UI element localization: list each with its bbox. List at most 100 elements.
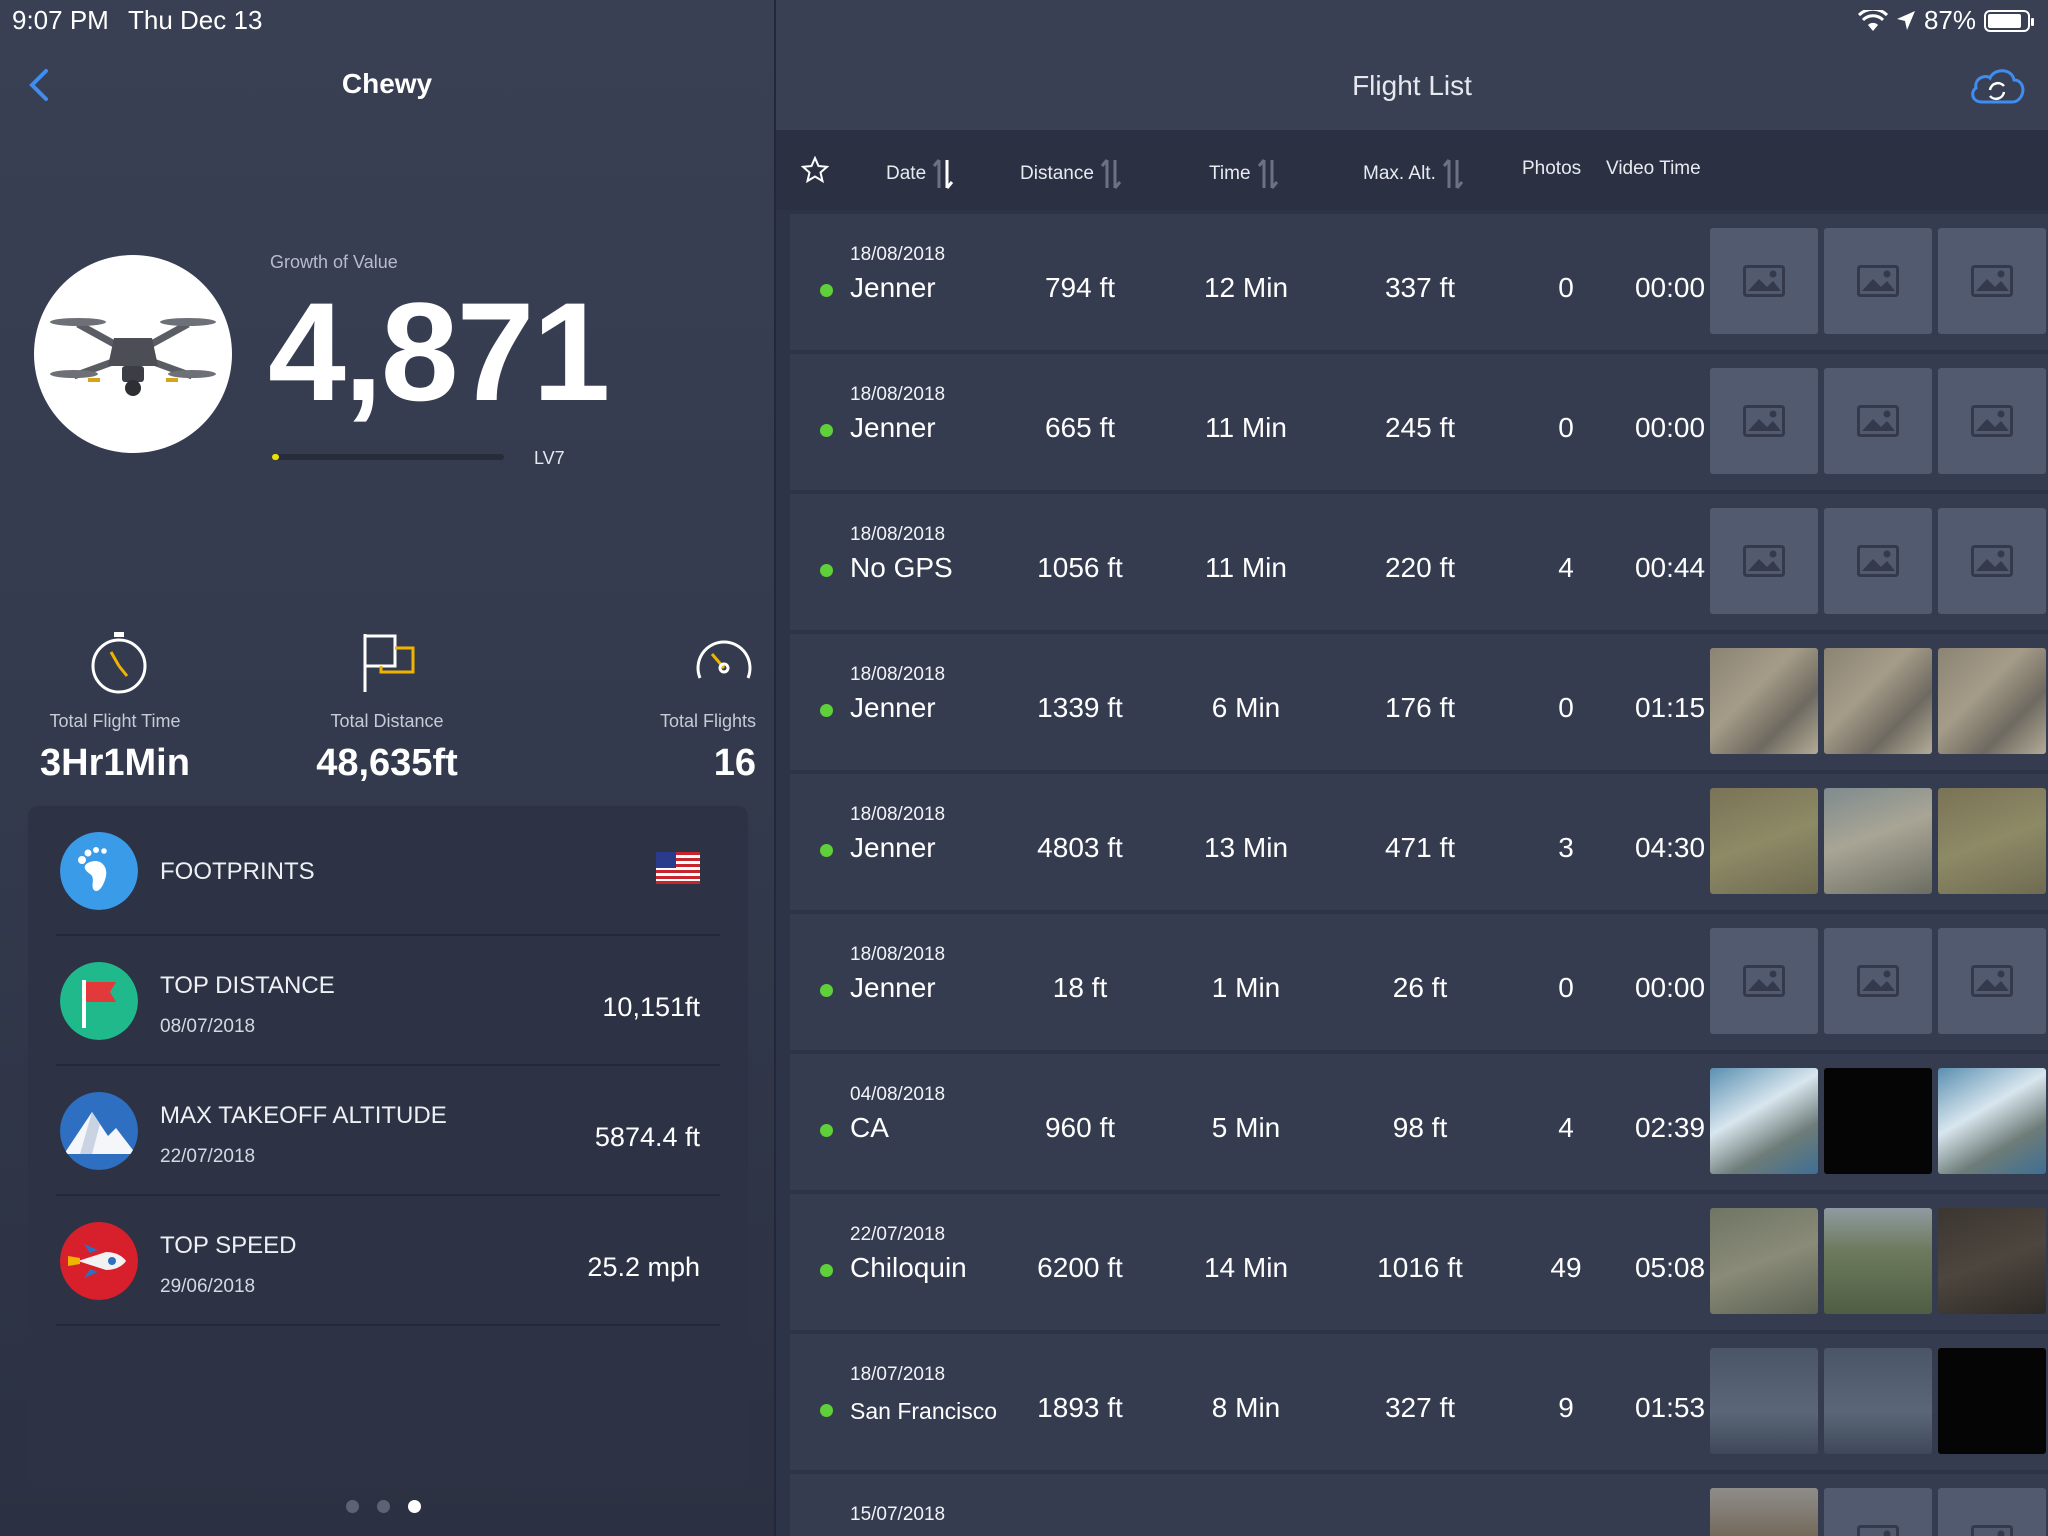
stat-value: 48,635ft [316, 742, 458, 784]
flight-date: 22/07/2018 [850, 1224, 946, 1245]
gps-status-dot [820, 1124, 833, 1137]
flight-max-altitude: 245 ft [1384, 412, 1456, 443]
flight-thumbnail[interactable] [1824, 1208, 1932, 1314]
stopwatch-icon [91, 632, 147, 694]
flight-location: CA [850, 1112, 889, 1143]
record-date: 29/06/2018 [160, 1276, 256, 1297]
image-placeholder-icon[interactable] [1824, 928, 1932, 1034]
flight-location: Chiloquin [850, 1252, 967, 1283]
flight-row[interactable]: 18/08/2018 Jenner 4803 ft 13 Min 471 ft 3 04:3… [790, 774, 2048, 910]
flight-max-altitude: 26 ft [1392, 972, 1448, 1003]
sort-by-date[interactable]: Date [886, 158, 954, 190]
sort-icon [1100, 159, 1122, 189]
record-top-speed[interactable]: TOP SPEED 29/06/2018 25.2 mph [56, 1196, 720, 1326]
flight-row[interactable]: 22/07/2018 Chiloquin 6200 ft 14 Min 1016 ft 4… [790, 1194, 2048, 1330]
gps-status-dot [820, 1404, 833, 1417]
flight-thumbnail[interactable] [1710, 788, 1818, 894]
image-placeholder-icon[interactable] [1938, 1488, 2046, 1536]
flight-thumbnail[interactable] [1824, 1348, 1932, 1454]
flight-thumbnail[interactable] [1710, 648, 1818, 754]
location-arrow-icon [1896, 10, 1915, 30]
sort-by-time[interactable]: Time [1209, 158, 1279, 190]
column-photos: Photos [1522, 158, 1581, 180]
flight-date: 04/08/2018 [850, 1084, 946, 1105]
flight-thumbnail[interactable] [1710, 1488, 1818, 1536]
star-filter-icon[interactable] [801, 156, 829, 184]
record-value: 10,151ft [602, 992, 700, 1022]
gps-status-dot [820, 284, 833, 297]
image-placeholder-icon[interactable] [1938, 508, 2046, 614]
flight-duration: 1 Min [1211, 972, 1281, 1003]
flight-list-title: Flight List [1352, 70, 1472, 101]
gps-status-dot [820, 424, 833, 437]
battery-icon [1984, 9, 2034, 32]
image-placeholder-icon[interactable] [1710, 228, 1818, 334]
record-max-takeoff-altitude[interactable]: MAX TAKEOFF ALTITUDE 22/07/2018 5874.4 f… [56, 1066, 720, 1196]
image-placeholder-icon[interactable] [1710, 508, 1818, 614]
flight-thumbnail[interactable] [1824, 1068, 1932, 1174]
flight-row[interactable]: 15/07/2018 [790, 1474, 2048, 1536]
stat-value: 3Hr1Min [40, 742, 190, 784]
flight-thumbnail[interactable] [1710, 1208, 1818, 1314]
flight-row[interactable]: 18/07/2018 San Francisco 1893 ft 8 Min 327 f… [790, 1334, 2048, 1470]
sort-by-distance[interactable]: Distance [1020, 158, 1122, 190]
page-dot-active[interactable] [408, 1500, 421, 1513]
page-indicator[interactable] [346, 1500, 421, 1513]
flight-duration: 14 Min [1203, 1252, 1289, 1283]
flight-thumbnail[interactable] [1710, 1348, 1818, 1454]
image-placeholder-icon[interactable] [1824, 508, 1932, 614]
flight-thumbnail[interactable] [1938, 788, 2046, 894]
flight-duration: 6 Min [1211, 692, 1281, 723]
gps-status-dot [820, 1264, 833, 1277]
sort-icon [1442, 159, 1464, 189]
flight-thumbnail[interactable] [1938, 1068, 2046, 1174]
record-top-distance[interactable]: TOP DISTANCE 08/07/2018 10,151ft [56, 936, 720, 1066]
image-placeholder-icon[interactable] [1824, 368, 1932, 474]
record-value: 5874.4 ft [594, 1122, 700, 1152]
flight-max-altitude: 1016 ft [1377, 1252, 1463, 1283]
flight-location: Jenner [850, 972, 936, 1003]
level-progress-bar [272, 454, 504, 460]
aircraft-profile-panel: Chewy Growth of Value 4,871 LV7 Total Fl… [0, 0, 774, 1536]
image-placeholder-icon[interactable] [1824, 228, 1932, 334]
column-video-time: Video Time [1606, 158, 1701, 180]
image-placeholder-icon[interactable] [1938, 368, 2046, 474]
flight-thumbnail[interactable] [1938, 1208, 2046, 1314]
flight-max-altitude: 471 ft [1384, 832, 1456, 863]
us-flag-icon [656, 852, 700, 884]
flight-duration: 5 Min [1211, 1112, 1281, 1143]
cloud-sync-icon[interactable] [1968, 64, 2026, 106]
battery-percent: 87% [1923, 5, 1976, 35]
record-date: 08/07/2018 [160, 1016, 256, 1037]
drone-avatar[interactable] [34, 255, 232, 453]
record-footprints[interactable]: FOOTPRINTS [56, 806, 720, 936]
flight-thumbnail[interactable] [1824, 788, 1932, 894]
column-label: Photos [1522, 158, 1582, 179]
flight-row[interactable]: 18/08/2018 Jenner 665 ft 11 Min 245 ft 0 00:00 [790, 354, 2048, 490]
column-label: Time [1209, 163, 1251, 184]
flight-row[interactable]: 18/08/2018 Jenner 794 ft 12 Min 337 ft 0 00:00 [790, 214, 2048, 350]
image-placeholder-icon[interactable] [1710, 368, 1818, 474]
flight-row[interactable]: 18/08/2018 Jenner 18 ft 1 Min 26 ft 0 00:00 [790, 914, 2048, 1050]
sort-by-max-alt[interactable]: Max. Alt. [1363, 158, 1464, 190]
mountain-icon [60, 1092, 138, 1170]
image-placeholder-icon[interactable] [1938, 928, 2046, 1034]
flight-row[interactable]: 18/08/2018 Jenner 1339 ft 6 Min 176 ft 0 01:15 [790, 634, 2048, 770]
record-title: MAX TAKEOFF ALTITUDE [160, 1102, 447, 1129]
flight-date: 18/08/2018 [850, 804, 946, 825]
growth-label: Growth of Value [270, 252, 398, 272]
flight-thumbnail[interactable] [1938, 648, 2046, 754]
page-dot[interactable] [346, 1500, 359, 1513]
record-title: TOP DISTANCE [160, 972, 335, 999]
gps-status-dot [820, 844, 833, 857]
flight-thumbnail[interactable] [1938, 1348, 2046, 1454]
flight-row[interactable]: 04/08/2018 CA 960 ft 5 Min 98 ft 4 02:39 [790, 1054, 2048, 1190]
page-dot[interactable] [377, 1500, 390, 1513]
flight-row[interactable]: 18/08/2018 No GPS 1056 ft 11 Min 220 ft 4 00:4… [790, 494, 2048, 630]
image-placeholder-icon[interactable] [1710, 928, 1818, 1034]
image-placeholder-icon[interactable] [1824, 1488, 1932, 1536]
flight-thumbnail[interactable] [1824, 648, 1932, 754]
flight-thumbnail[interactable] [1710, 1068, 1818, 1174]
flight-duration: 8 Min [1211, 1392, 1281, 1423]
image-placeholder-icon[interactable] [1938, 228, 2046, 334]
